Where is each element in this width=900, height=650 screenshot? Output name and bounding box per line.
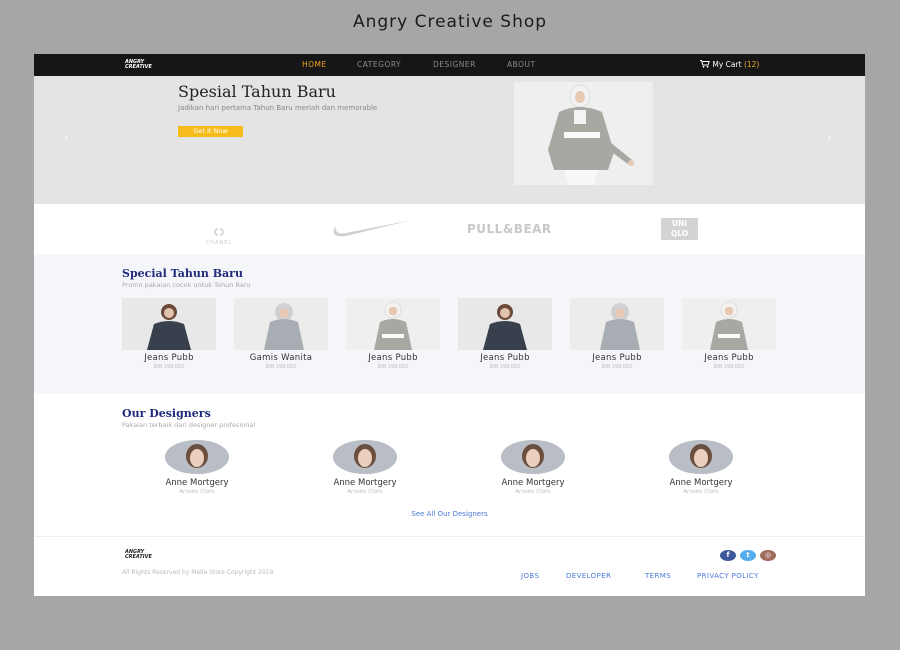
- designer-role: Artistic Cloth: [179, 489, 215, 495]
- special-products-section: Special Tahun Baru Promo pakaian cocok u…: [34, 254, 865, 394]
- designer-name: Anne Mortgery: [165, 478, 229, 488]
- product-price: IDR 190.000: [265, 364, 297, 370]
- footer-link-privacy-policy[interactable]: PRIVACY POLICY: [697, 572, 759, 580]
- product-name: Jeans Pubb: [480, 353, 530, 363]
- product-card[interactable]: Jeans Pubb IDR 190.000: [346, 298, 440, 370]
- product-image: [122, 298, 216, 350]
- nike-swoosh-icon: [333, 220, 412, 237]
- avatar: [333, 440, 397, 474]
- designer-card[interactable]: Anne Mortgery Artistic Cloth: [626, 440, 776, 495]
- product-image: [346, 298, 440, 350]
- designers-subtitle: Pakaian terbaik dari designer profesiona…: [122, 421, 256, 429]
- footer-logo-line-2: CREATIVE: [125, 554, 152, 560]
- specials-subtitle: Promo pakaian cocok untuk Tahun Baru: [122, 281, 251, 289]
- nav-category[interactable]: CATEGORY: [357, 60, 401, 69]
- designer-role: Artistic Cloth: [683, 489, 719, 495]
- logo-line-2: CREATIVE: [125, 64, 152, 70]
- facebook-icon[interactable]: f: [720, 550, 736, 561]
- product-price: IDR 190.000: [153, 364, 185, 370]
- footer-logo[interactable]: ANGRY CREATIVE: [125, 550, 157, 560]
- hero-title: Spesial Tahun Baru: [178, 82, 336, 101]
- hero-carousel: ‹ Spesial Tahun Baru Jadikan hari pertam…: [34, 76, 865, 204]
- designers-title: Our Designers: [122, 407, 211, 420]
- designer-name: Anne Mortgery: [501, 478, 565, 488]
- avatar: [165, 440, 229, 474]
- chanel-logo-icon: [214, 228, 224, 236]
- footer-link-developer[interactable]: DEVELOPER: [566, 572, 611, 580]
- designer-role: Artistic Cloth: [347, 489, 383, 495]
- product-image: [458, 298, 552, 350]
- instagram-icon[interactable]: ◎: [760, 550, 776, 561]
- product-card[interactable]: Jeans Pubb IDR 190.000: [122, 298, 216, 370]
- specials-title: Special Tahun Baru: [122, 267, 243, 280]
- product-card[interactable]: Jeans Pubb IDR 190.000: [682, 298, 776, 370]
- avatar: [669, 440, 733, 474]
- product-price: IDR 190.000: [713, 364, 745, 370]
- hero-image: [514, 82, 653, 185]
- page-title: Angry Creative Shop: [352, 12, 548, 32]
- product-image: [570, 298, 664, 350]
- nav-about[interactable]: ABOUT: [507, 60, 536, 69]
- product-name: Jeans Pubb: [592, 353, 642, 363]
- brand-chanel[interactable]: CHANEL: [197, 221, 241, 246]
- cart-button[interactable]: My Cart (12): [700, 60, 759, 69]
- brand-strip: CHANEL PULL&BEAR UNI QLO: [34, 204, 865, 254]
- nav-designer[interactable]: DESIGNER: [433, 60, 476, 69]
- designer-role: Artistic Cloth: [515, 489, 551, 495]
- footer: ANGRY CREATIVE All Rights Reserved by Me…: [34, 536, 865, 596]
- see-all-designers-link[interactable]: See All Our Designers: [34, 510, 865, 518]
- avatar: [501, 440, 565, 474]
- carousel-prev-button[interactable]: ‹: [64, 130, 69, 144]
- brand-nike[interactable]: [330, 220, 414, 244]
- brand-pull-and-bear[interactable]: PULL&BEAR: [467, 222, 552, 236]
- product-name: Gamis Wanita: [249, 353, 313, 363]
- product-image: [682, 298, 776, 350]
- product-card[interactable]: Gamis Wanita IDR 190.000: [234, 298, 328, 370]
- product-price: IDR 190.000: [489, 364, 521, 370]
- designer-name: Anne Mortgery: [333, 478, 397, 488]
- cart-icon: [700, 60, 710, 68]
- product-name: Jeans Pubb: [368, 353, 418, 363]
- footer-link-terms[interactable]: TERMS: [645, 572, 671, 580]
- designer-name: Anne Mortgery: [669, 478, 733, 488]
- cart-label: My Cart: [712, 60, 742, 69]
- designer-card[interactable]: Anne Mortgery Artistic Cloth: [458, 440, 608, 495]
- navbar: ANGRY CREATIVE HOME CATEGORY DESIGNER AB…: [34, 54, 865, 76]
- designers-section: Our Designers Pakaian terbaik dari desig…: [34, 394, 865, 536]
- logo[interactable]: ANGRY CREATIVE: [125, 60, 157, 70]
- designer-card[interactable]: Anne Mortgery Artistic Cloth: [290, 440, 440, 495]
- product-card[interactable]: Jeans Pubb IDR 190.000: [458, 298, 552, 370]
- hero-subtitle: Jadikan hari pertama Tahun Baru meriah d…: [178, 104, 378, 112]
- brand-chanel-label: CHANEL: [205, 240, 233, 246]
- twitter-icon[interactable]: t: [740, 550, 756, 561]
- designer-card[interactable]: Anne Mortgery Artistic Cloth: [122, 440, 272, 495]
- product-price: IDR 190.000: [377, 364, 409, 370]
- carousel-next-button[interactable]: ›: [827, 130, 832, 144]
- brand-uniqlo[interactable]: UNI QLO: [661, 218, 698, 240]
- get-it-now-button[interactable]: Get It Now: [178, 126, 243, 137]
- product-name: Jeans Pubb: [144, 353, 194, 363]
- product-price: IDR 190.000: [601, 364, 633, 370]
- product-image: [234, 298, 328, 350]
- copyright-text: All Rights Reserved by Mella Store Copyr…: [122, 569, 274, 576]
- brand-uniqlo-line-1: UNI: [671, 219, 688, 228]
- model-illustration: [514, 82, 653, 185]
- product-name: Jeans Pubb: [704, 353, 754, 363]
- cart-count: (12): [743, 60, 760, 69]
- brand-uniqlo-line-2: QLO: [670, 229, 689, 238]
- product-card[interactable]: Jeans Pubb IDR 190.000: [570, 298, 664, 370]
- browser-page: ANGRY CREATIVE HOME CATEGORY DESIGNER AB…: [34, 54, 865, 596]
- nav-home[interactable]: HOME: [302, 60, 327, 69]
- footer-link-jobs[interactable]: JOBS: [521, 572, 539, 580]
